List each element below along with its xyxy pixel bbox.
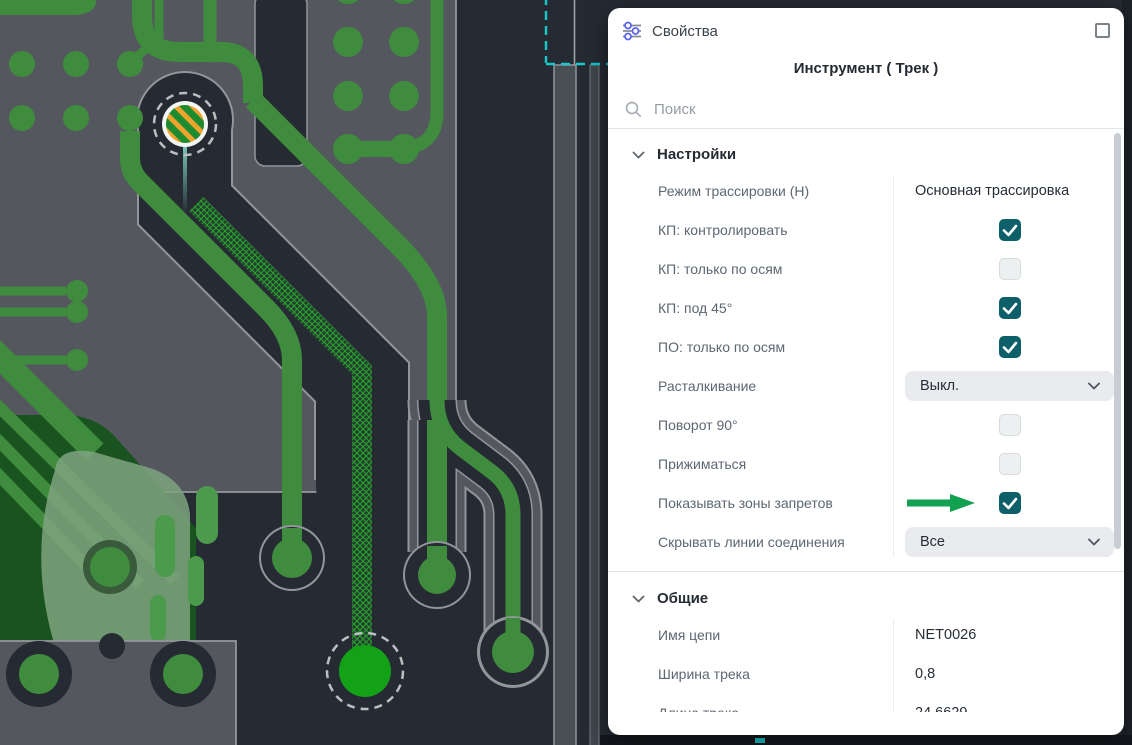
panel-sections: Настройки Режим трассировки (Н) Основная т… [608, 138, 1124, 712]
property-label: КП: под 45° [658, 300, 732, 316]
property-row: Скрывать линии соединения Все [608, 522, 1124, 561]
checkbox-unchecked[interactable] [999, 258, 1021, 280]
value-text: NET0026 [905, 627, 976, 643]
dropdown-value: Все [920, 534, 1088, 550]
property-value: NET0026 [905, 615, 1114, 654]
app-stage: Свойства Инструмент ( Трек ) Настройки Ре… [0, 0, 1132, 745]
bottom-edge-strip [600, 735, 1132, 745]
value-text: 24,6629 [905, 705, 967, 713]
tool-title: Инструмент ( Трек ) [608, 60, 1124, 77]
checkbox-checked[interactable] [999, 336, 1021, 358]
property-label: Показывать зоны запретов [658, 495, 833, 511]
property-value: Все [905, 522, 1114, 561]
property-row: Длина трека 24,6629 [608, 693, 1124, 712]
property-row: ПО: только по осям [608, 327, 1124, 366]
property-row: Прижиматься [608, 444, 1124, 483]
panel-title: Свойства [652, 23, 718, 40]
search-bar [624, 96, 1108, 122]
section-rows: Имя цепи NET0026 Ширина трека 0,8 Длина трек… [608, 615, 1124, 712]
section-header-1[interactable]: Общие [608, 582, 1124, 615]
chevron-down-icon [632, 595, 645, 603]
property-label: КП: только по осям [658, 261, 782, 277]
search-input[interactable] [652, 100, 1108, 119]
property-value [905, 483, 1114, 522]
search-divider [608, 128, 1124, 129]
property-label: Длина трека [658, 705, 739, 713]
bottom-pour-band [0, 633, 236, 745]
outline-tick-below-panel [755, 738, 765, 743]
vertical-copper-strip [554, 0, 599, 745]
property-row: КП: контролировать [608, 210, 1124, 249]
property-row: Показывать зоны запретов [608, 483, 1124, 522]
checkbox-checked[interactable] [999, 219, 1021, 241]
property-value: 0,8 [905, 654, 1114, 693]
search-icon [624, 100, 642, 118]
chevron-down-icon [1088, 382, 1100, 390]
property-label: ПО: только по осям [658, 339, 785, 355]
value-text: Основная трассировка [905, 183, 1069, 199]
section-header-0[interactable]: Настройки [608, 138, 1124, 171]
property-value [905, 444, 1114, 483]
property-label: КП: контролировать [658, 222, 788, 238]
property-row: Поворот 90° [608, 405, 1124, 444]
section-divider [608, 571, 1124, 572]
annotation-arrow-icon [905, 492, 979, 514]
checkbox-unchecked[interactable] [999, 414, 1021, 436]
checkbox-checked[interactable] [999, 297, 1021, 319]
property-row: КП: только по осям [608, 249, 1124, 288]
checkbox-checked[interactable] [999, 492, 1021, 514]
property-row: Расталкивание Выкл. [608, 366, 1124, 405]
property-label: Имя цепи [658, 627, 720, 643]
property-value [905, 210, 1114, 249]
property-label: Скрывать линии соединения [658, 534, 845, 550]
property-row: Режим трассировки (Н) Основная трассировк… [608, 171, 1124, 210]
value-text: 0,8 [905, 666, 935, 682]
section-rows: Режим трассировки (Н) Основная трассировк… [608, 171, 1124, 561]
property-row: КП: под 45° [608, 288, 1124, 327]
property-row: Ширина трека 0,8 [608, 654, 1124, 693]
property-value [905, 288, 1114, 327]
property-value [905, 249, 1114, 288]
property-label: Ширина трека [658, 666, 750, 682]
properties-panel: Свойства Инструмент ( Трек ) Настройки Ре… [608, 8, 1124, 735]
property-value: Основная трассировка [905, 171, 1114, 210]
chevron-down-icon [1088, 538, 1100, 546]
property-label: Прижиматься [658, 456, 746, 472]
panel-scrollbar[interactable] [1114, 133, 1121, 549]
checkbox-unchecked[interactable] [999, 453, 1021, 475]
float-window-button[interactable] [1095, 23, 1110, 38]
dropdown[interactable]: Выкл. [905, 371, 1114, 401]
chevron-down-icon [632, 151, 645, 159]
property-label: Режим трассировки (Н) [658, 183, 809, 199]
property-label: Расталкивание [658, 378, 756, 394]
property-row: Имя цепи NET0026 [608, 615, 1124, 654]
property-value [905, 327, 1114, 366]
property-value: Выкл. [905, 366, 1114, 405]
sliders-icon [622, 21, 642, 41]
dropdown-value: Выкл. [920, 378, 1088, 394]
panel-header: Свойства [622, 21, 718, 41]
property-label: Поворот 90° [658, 417, 738, 433]
property-value: 24,6629 [905, 693, 1114, 712]
section-label: Общие [657, 590, 708, 607]
dropdown[interactable]: Все [905, 527, 1114, 557]
section-label: Настройки [657, 146, 736, 163]
property-value [905, 405, 1114, 444]
